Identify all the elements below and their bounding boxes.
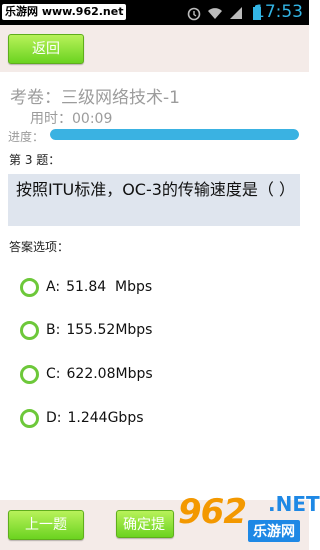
progress-bar (50, 129, 299, 140)
elapsed-time: 用时：00:09 (30, 111, 113, 127)
site-watermark: 962 .NET 乐游网 (178, 492, 320, 548)
radio-button[interactable] (20, 320, 39, 340)
exam-title: 考卷：三级网络技术-1 (10, 88, 180, 108)
option-d[interactable]: D: 1.244Gbps (20, 407, 144, 429)
watermark-brand: 962 (178, 492, 247, 532)
clock: 17:53 (254, 2, 303, 22)
question-number: 第 3 题： (9, 153, 61, 167)
wifi-icon (208, 8, 222, 19)
alarm-icon (187, 7, 201, 21)
option-letter: D: (46, 410, 62, 426)
status-bar: 乐游网 www.962.net 17:53 (0, 0, 309, 25)
question-text: 按照ITU标准，OC-3的传输速度是（ ） (16, 180, 296, 199)
previous-question-button[interactable]: 上一题 (8, 510, 84, 540)
watermark-domain: .NET (268, 492, 320, 516)
signal-icon (230, 7, 242, 19)
progress-fill (50, 129, 299, 140)
answers-label: 答案选项： (9, 240, 70, 254)
submit-button[interactable]: 确定提交 (116, 510, 174, 538)
option-letter: C: (46, 366, 61, 382)
watermark-label: 乐游网 www.962.net (2, 4, 127, 20)
option-text: 51.84 Mbps (66, 279, 153, 295)
question-box: 按照ITU标准，OC-3的传输速度是（ ） (8, 174, 300, 226)
option-text: 155.52Mbps (66, 322, 153, 338)
option-text: 622.08Mbps (66, 366, 153, 382)
radio-button[interactable] (20, 364, 39, 384)
watermark-name: 乐游网 (248, 520, 300, 542)
radio-button[interactable] (20, 277, 39, 297)
back-button[interactable]: 返回 (8, 34, 84, 64)
option-b[interactable]: B: 155.52Mbps (20, 319, 152, 341)
option-letter: A: (46, 279, 61, 295)
option-a[interactable]: A: 51.84 Mbps (20, 276, 152, 298)
progress-label: 进度： (8, 130, 45, 144)
option-c[interactable]: C: 622.08Mbps (20, 363, 153, 385)
radio-button[interactable] (20, 408, 39, 428)
option-text: 1.244Gbps (67, 410, 144, 426)
option-letter: B: (46, 322, 61, 338)
